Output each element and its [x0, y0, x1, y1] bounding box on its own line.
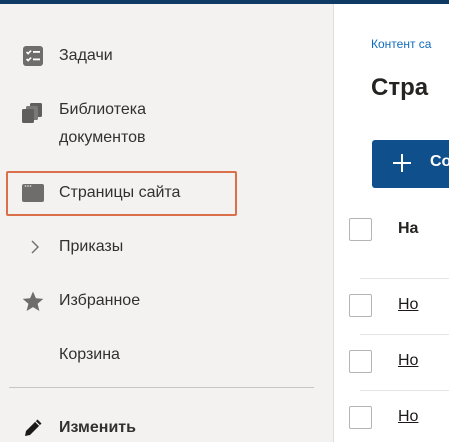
tasks-icon	[22, 45, 44, 67]
star-icon	[22, 290, 44, 312]
sidebar-item-label: Корзина	[59, 346, 120, 363]
sidebar: Задачи Библиотека документов Страницы са…	[0, 4, 333, 442]
row-divider	[360, 334, 449, 335]
sidebar-item-label: Приказы	[59, 238, 124, 255]
row-name-link[interactable]: Но	[398, 408, 418, 426]
pencil-icon	[22, 417, 44, 439]
sidebar-item-trash[interactable]: Корзина	[0, 340, 333, 370]
select-all-checkbox[interactable]	[349, 218, 372, 241]
row-name-link[interactable]: Но	[398, 296, 418, 314]
column-header-name[interactable]: На	[398, 220, 418, 238]
sidebar-divider	[9, 387, 314, 388]
sidebar-item-site-pages[interactable]: Страницы сайта	[0, 171, 333, 216]
row-checkbox[interactable]	[349, 406, 372, 429]
sidebar-item-favorites[interactable]: Избранное	[0, 286, 333, 316]
new-button[interactable]: Со	[372, 140, 449, 188]
page-icon	[22, 182, 44, 204]
sidebar-item-tasks[interactable]: Задачи	[0, 40, 333, 72]
plus-icon	[392, 153, 412, 173]
edit-label: Изменить	[59, 419, 136, 436]
row-checkbox[interactable]	[349, 350, 372, 373]
chevron-right-icon[interactable]	[24, 236, 46, 258]
edit-nav-button[interactable]: Изменить	[0, 413, 333, 442]
sidebar-item-label: Библиотека документов	[59, 101, 146, 146]
sidebar-item-label: Избранное	[59, 292, 141, 309]
main-content: Контент са Стра Со На Но Но Но	[334, 4, 449, 442]
sidebar-item-orders[interactable]: Приказы	[0, 232, 333, 262]
row-divider	[360, 278, 449, 279]
sidebar-item-label: Задачи	[59, 47, 113, 64]
new-button-label: Со	[430, 153, 449, 170]
page-title: Стра	[371, 74, 429, 101]
row-name-link[interactable]: Но	[398, 352, 418, 370]
sidebar-item-document-library[interactable]: Библиотека документов	[0, 96, 333, 154]
sidebar-item-label: Страницы сайта	[59, 184, 181, 201]
documents-icon	[22, 102, 44, 124]
breadcrumb[interactable]: Контент са	[371, 37, 431, 51]
row-checkbox[interactable]	[349, 294, 372, 317]
row-divider	[360, 390, 449, 391]
